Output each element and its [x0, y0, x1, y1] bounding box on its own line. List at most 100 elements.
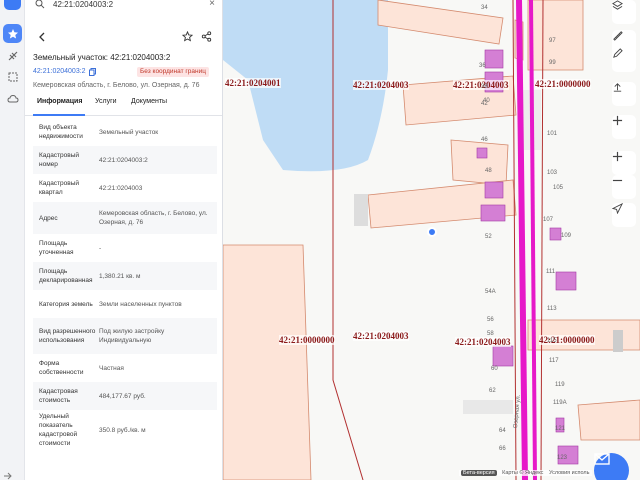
- parcel: [450, 139, 509, 186]
- address-text: Кемеровская область, г. Белово, ул. Озер…: [33, 82, 200, 89]
- parcel: [223, 244, 312, 480]
- page-title: Земельный участок: 42:21:0204003:2: [33, 53, 171, 62]
- house-number: 99: [549, 60, 556, 66]
- prop-value: 1,380.21 кв. м: [99, 272, 141, 280]
- edit-button[interactable]: [612, 48, 636, 72]
- info-panel: 42:21:0204003:2 × Земельный участок: 42:…: [25, 0, 223, 480]
- prop-label: Вид разрешенного использования: [39, 328, 96, 344]
- tab-documents[interactable]: Документы: [131, 98, 167, 105]
- table-row: Адрес Кемеровская область, г. Белово, ул.…: [33, 202, 217, 234]
- prop-value: 42:21:0204003: [99, 184, 143, 192]
- search-input[interactable]: 42:21:0204003:2: [53, 0, 113, 9]
- plus-icon: [612, 115, 623, 126]
- prop-label: Вид объекта недвижимости: [39, 124, 83, 140]
- favorites-button[interactable]: [3, 24, 22, 43]
- active-tab-indicator: [33, 114, 85, 116]
- yandex-attribution[interactable]: Карты © Яндекс: [502, 470, 543, 476]
- left-rail: [0, 0, 25, 480]
- house-number: 117: [549, 358, 559, 364]
- house-number: 60: [491, 366, 498, 372]
- house-number: 64: [499, 428, 506, 434]
- building: [480, 204, 506, 222]
- layers-nav-button[interactable]: [3, 46, 22, 65]
- mail-icon: [594, 453, 610, 465]
- prop-label: Форма собственности: [39, 360, 84, 376]
- cadastral-label: 42:21:0204003: [353, 80, 409, 90]
- house-number: 101: [547, 131, 558, 137]
- building: [549, 227, 562, 241]
- select-area-button[interactable]: [3, 67, 22, 86]
- cadastral-number-link[interactable]: 42:21:0204003:2: [33, 68, 86, 75]
- prop-label: Адрес: [39, 214, 58, 222]
- clear-search-icon[interactable]: ×: [209, 0, 215, 9]
- prop-label: Кадастровый квартал: [39, 180, 80, 196]
- house-number: 119: [555, 382, 565, 388]
- back-icon[interactable]: [37, 31, 47, 43]
- table-row: Категория земель Земли населенных пунктов: [33, 290, 217, 318]
- map-view[interactable]: 42:21:0204001 42:21:0204003 42:21:020400…: [223, 0, 640, 480]
- select-icon: [8, 72, 17, 81]
- chat-button[interactable]: [594, 453, 629, 480]
- zoom-out-button[interactable]: [612, 175, 636, 199]
- geolocate-button[interactable]: [612, 203, 636, 227]
- house-number: 62: [489, 388, 496, 394]
- building: [463, 400, 513, 414]
- zoom-in-button-2[interactable]: [612, 151, 636, 175]
- road: [529, 0, 537, 480]
- house-number: 52: [485, 234, 492, 240]
- building: [354, 194, 368, 226]
- tab-bar: Информация Услуги Документы: [25, 96, 222, 116]
- house-number: 111: [546, 269, 556, 275]
- tab-services[interactable]: Услуги: [95, 98, 117, 105]
- ruler-icon: [613, 31, 623, 41]
- prop-label: Кадастровый номер: [39, 152, 80, 168]
- pencil-icon: [613, 48, 623, 58]
- search-bar[interactable]: 42:21:0204003:2 ×: [31, 0, 219, 12]
- prop-value: Частная: [99, 364, 124, 372]
- house-number: 113: [547, 306, 557, 312]
- map-attribution: Бета-версия Карты © Яндекс Условия испол…: [459, 470, 592, 476]
- table-row: Удельный показатель кадастровой стоимост…: [33, 410, 217, 450]
- property-table: Вид объекта недвижимости Земельный участо…: [33, 118, 217, 450]
- house-number: 42: [481, 101, 488, 107]
- table-row: Кадастровая стоимость 484,177.67 руб.: [33, 382, 217, 410]
- location-pin-icon[interactable]: [427, 227, 437, 237]
- zoom-in-button[interactable]: [612, 115, 636, 139]
- prop-label: Площадь декларированная: [39, 268, 93, 284]
- prop-value: 42:21:0204003:2: [99, 156, 148, 164]
- terms-link[interactable]: Условия исполь: [549, 470, 590, 476]
- app-logo[interactable]: [4, 0, 21, 10]
- share-icon[interactable]: [201, 31, 212, 42]
- house-number: 66: [499, 446, 506, 452]
- table-row: Площадь уточненная -: [33, 234, 217, 262]
- prop-value: 350.8 руб./кв. м: [99, 426, 146, 434]
- prop-value: Под жилую застройку Индивидуальную: [99, 328, 165, 344]
- house-number: 46: [481, 137, 488, 143]
- panel-toolbar: [25, 30, 222, 44]
- cadastral-label: 42:21:0000000: [535, 79, 591, 89]
- cadastral-boundary: [540, 0, 544, 480]
- logout-icon[interactable]: [3, 472, 13, 480]
- copy-icon[interactable]: [89, 68, 96, 76]
- building: [613, 330, 623, 352]
- layers-button[interactable]: [612, 0, 636, 24]
- cadastral-label: 42:21:0204001: [225, 78, 281, 88]
- house-number: 103: [547, 170, 558, 176]
- favorite-star-icon[interactable]: [182, 31, 193, 42]
- tab-info[interactable]: Информация: [37, 98, 82, 105]
- house-number: 119А: [553, 400, 567, 406]
- house-number: 56: [487, 317, 494, 323]
- cloud-icon: [6, 94, 19, 102]
- building: [555, 271, 577, 291]
- house-number: 97: [549, 38, 556, 44]
- cloud-button[interactable]: [3, 89, 22, 108]
- house-number: 115: [547, 338, 557, 344]
- parcel: [577, 399, 640, 441]
- house-number: 58: [487, 331, 494, 337]
- navigation-arrow-icon: [612, 203, 623, 214]
- upload-button[interactable]: [612, 82, 636, 106]
- upload-icon: [613, 83, 622, 92]
- house-number: 38: [481, 84, 488, 90]
- house-number: 121: [555, 426, 566, 432]
- beta-badge: Бета-версия: [461, 470, 497, 476]
